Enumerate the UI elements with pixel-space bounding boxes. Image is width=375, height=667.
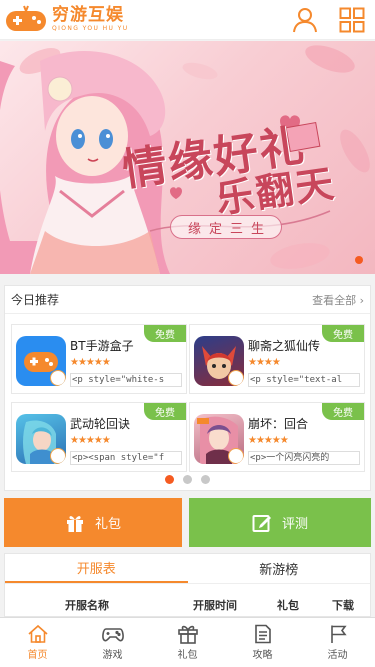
- document-icon: [254, 624, 271, 644]
- column-download: 下载: [332, 599, 354, 612]
- review-button-label: 评测: [281, 517, 308, 532]
- free-tag: 免费: [144, 403, 186, 420]
- tab-new-games[interactable]: 新游榜: [188, 554, 371, 583]
- gift-button-label: 礼包: [94, 517, 121, 532]
- game-icon-fox-fairy: [194, 336, 244, 386]
- gamepad-icon: [101, 628, 124, 642]
- top-header: 穷游互娱 QIONG YOU HU YU: [0, 0, 375, 40]
- game-name: 武动轮回诀: [70, 417, 131, 431]
- pager-dot[interactable]: [201, 475, 210, 484]
- game-description: <p><span style="f: [70, 451, 182, 465]
- game-description: <p>一个闪亮闪亮的: [248, 451, 360, 465]
- badge-icon: [50, 370, 66, 386]
- app-root: 穷游互娱 QIONG YOU HU YU 情缘好礼 乐翻天 缘定三生 今日推荐 …: [0, 0, 375, 667]
- home-icon: [27, 624, 48, 643]
- nav-item-home[interactable]: 首页: [0, 618, 75, 667]
- banner-subtitle: 缘定三生: [170, 215, 282, 239]
- badge-icon: [228, 370, 244, 386]
- game-card[interactable]: 武动轮回诀 ★★★★★ <p><span style="f 免费: [11, 402, 187, 472]
- badge-icon: [228, 448, 244, 464]
- free-tag: 免费: [144, 325, 186, 342]
- game-card[interactable]: BT手游盒子 ★★★★★ <p style="white-s 免费: [11, 324, 187, 394]
- grid-menu-icon[interactable]: [337, 5, 367, 35]
- game-icon-honkai: [194, 414, 244, 464]
- server-tabs: 开服表 新游榜: [5, 554, 370, 584]
- nav-label: 活动: [327, 650, 348, 661]
- nav-label: 攻略: [252, 650, 273, 661]
- promo-banner[interactable]: 情缘好礼 乐翻天 缘定三生: [0, 41, 375, 274]
- recommend-title: 今日推荐: [11, 293, 60, 307]
- nav-item-gift[interactable]: 礼包: [150, 618, 225, 667]
- game-name: 崩坏：回合: [248, 417, 309, 431]
- view-all-link[interactable]: 查看全部 ›: [312, 292, 364, 308]
- recommend-header: 今日推荐 查看全部 ›: [5, 286, 370, 314]
- badge-icon: [50, 448, 66, 464]
- today-recommend-panel: 今日推荐 查看全部 › BT手游盒子 ★★★★★ <p style="white: [4, 285, 371, 491]
- gift-button[interactable]: 礼包: [4, 498, 182, 547]
- column-server-time: 开服时间: [193, 599, 237, 612]
- pager-dot[interactable]: [165, 475, 174, 484]
- free-tag: 免费: [322, 403, 364, 420]
- game-icon-bt-box: [16, 336, 66, 386]
- banner-pager-dot[interactable]: [355, 256, 363, 264]
- chevron-right-icon: ›: [359, 293, 364, 307]
- server-table-header: 开服名称 开服时间 礼包 下载: [5, 584, 370, 614]
- nav-label: 首页: [27, 650, 48, 661]
- nav-label: 游戏: [102, 650, 123, 661]
- game-description: <p style="text-al: [248, 373, 360, 387]
- game-name: 聊斋之狐仙传: [248, 339, 321, 353]
- nav-label: 礼包: [177, 650, 198, 661]
- user-icon[interactable]: [290, 5, 320, 35]
- column-gift: 礼包: [277, 599, 299, 612]
- pager-dot[interactable]: [183, 475, 192, 484]
- gift-icon: [66, 515, 83, 532]
- flag-icon: [330, 625, 347, 643]
- logo-text: 穷游互娱: [52, 5, 124, 25]
- server-panel: 开服表 新游榜 开服名称 开服时间 礼包 下载: [4, 553, 371, 617]
- game-card[interactable]: 崩坏：回合 ★★★★★ <p>一个闪亮闪亮的 免费: [189, 402, 365, 472]
- game-name: BT手游盒子: [70, 339, 134, 353]
- logo[interactable]: 穷游互娱 QIONG YOU HU YU: [4, 5, 129, 35]
- star-rating: ★★★★★: [248, 435, 289, 446]
- game-card[interactable]: 聊斋之狐仙传 ★★★★ <p style="text-al 免费: [189, 324, 365, 394]
- recommend-pager: [5, 475, 370, 484]
- tab-server-list[interactable]: 开服表: [5, 554, 188, 583]
- nav-item-guide[interactable]: 攻略: [225, 618, 300, 667]
- gift-icon: [177, 625, 198, 644]
- column-server-name: 开服名称: [65, 599, 109, 612]
- logo-subtitle: QIONG YOU HU YU: [52, 25, 129, 32]
- star-rating: ★★★★: [248, 357, 281, 368]
- review-button[interactable]: 评测: [189, 498, 371, 547]
- game-icon-wudong: [16, 414, 66, 464]
- nav-item-events[interactable]: 活动: [300, 618, 375, 667]
- nav-item-games[interactable]: 游戏: [75, 618, 150, 667]
- star-rating: ★★★★★: [70, 357, 111, 368]
- view-all-label: 查看全部: [312, 293, 357, 307]
- edit-icon: [252, 514, 271, 532]
- star-rating: ★★★★★: [70, 435, 111, 446]
- gamepad-logo-icon: [4, 5, 48, 35]
- game-description: <p style="white-s: [70, 373, 182, 387]
- free-tag: 免费: [322, 325, 364, 342]
- bottom-nav: 首页 游戏 礼包 攻略 活动: [0, 617, 375, 667]
